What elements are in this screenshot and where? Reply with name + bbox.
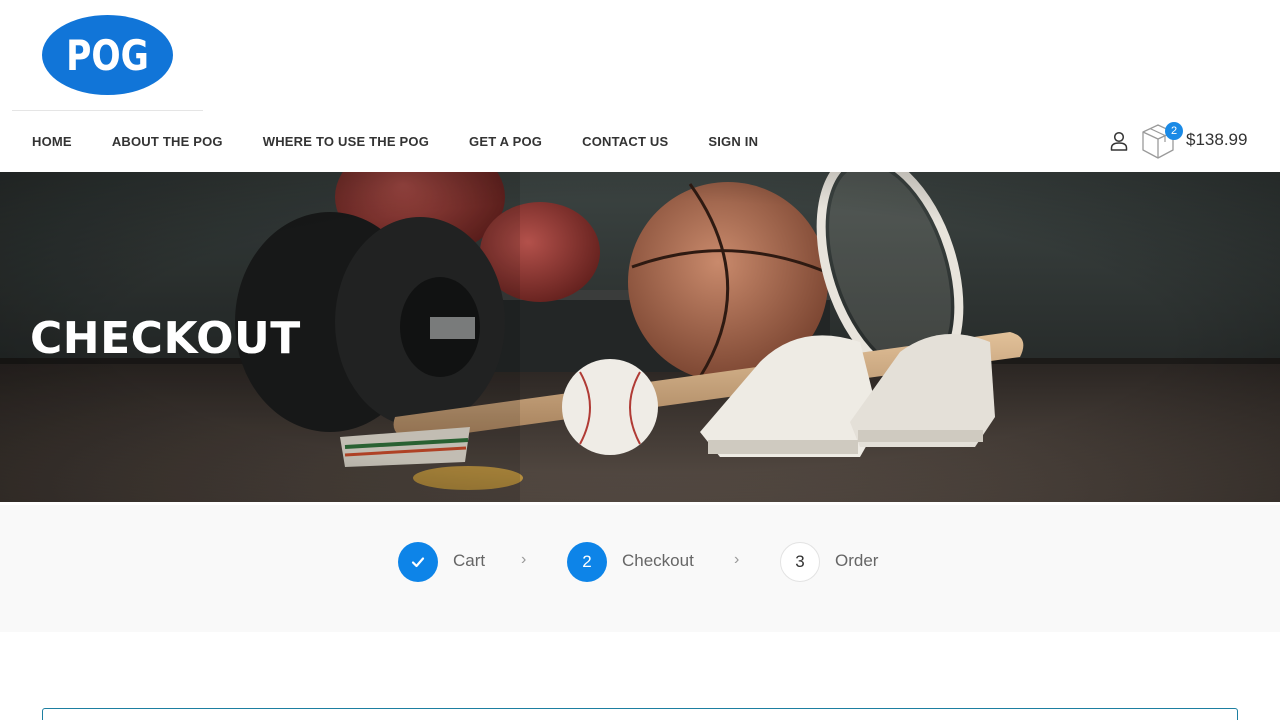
logo-container: POG bbox=[12, 0, 203, 111]
step-separator-2: › bbox=[734, 551, 740, 568]
checkout-progress-steps: Cart › 2 Checkout › 3 Order bbox=[0, 505, 1280, 632]
page-title: CHECKOUT bbox=[30, 313, 301, 364]
nav-item-about[interactable]: ABOUT THE POG bbox=[112, 134, 223, 149]
cart-total[interactable]: $138.99 bbox=[1186, 130, 1247, 150]
nav-item-sign-in[interactable]: SIGN IN bbox=[708, 134, 758, 149]
step-order-label: Order bbox=[835, 551, 879, 570]
step-checkout-label: Checkout bbox=[622, 551, 694, 570]
step-cart-check-icon bbox=[398, 542, 438, 582]
step-order-number: 3 bbox=[780, 542, 820, 582]
checkout-notice-box bbox=[42, 708, 1238, 720]
cart-count-badge: 2 bbox=[1165, 122, 1183, 140]
nav-item-contact[interactable]: CONTACT US bbox=[582, 134, 668, 149]
nav-item-get-a-pog[interactable]: GET A POG bbox=[469, 134, 542, 149]
step-checkout-number: 2 bbox=[567, 542, 607, 582]
step-separator-1: › bbox=[521, 551, 527, 568]
nav-item-where-to-use[interactable]: WHERE TO USE THE POG bbox=[263, 134, 429, 149]
site-header: POG HOME ABOUT THE POG WHERE TO USE THE … bbox=[0, 0, 1280, 172]
logo-link[interactable]: POG bbox=[42, 15, 173, 95]
logo-text: POG bbox=[66, 30, 149, 80]
main-nav: HOME ABOUT THE POG WHERE TO USE THE POG … bbox=[32, 130, 798, 152]
user-account-icon[interactable] bbox=[1110, 131, 1128, 151]
hero-banner: CHECKOUT bbox=[0, 172, 1280, 502]
nav-item-home[interactable]: HOME bbox=[32, 134, 72, 149]
step-cart-label[interactable]: Cart bbox=[453, 551, 485, 571]
